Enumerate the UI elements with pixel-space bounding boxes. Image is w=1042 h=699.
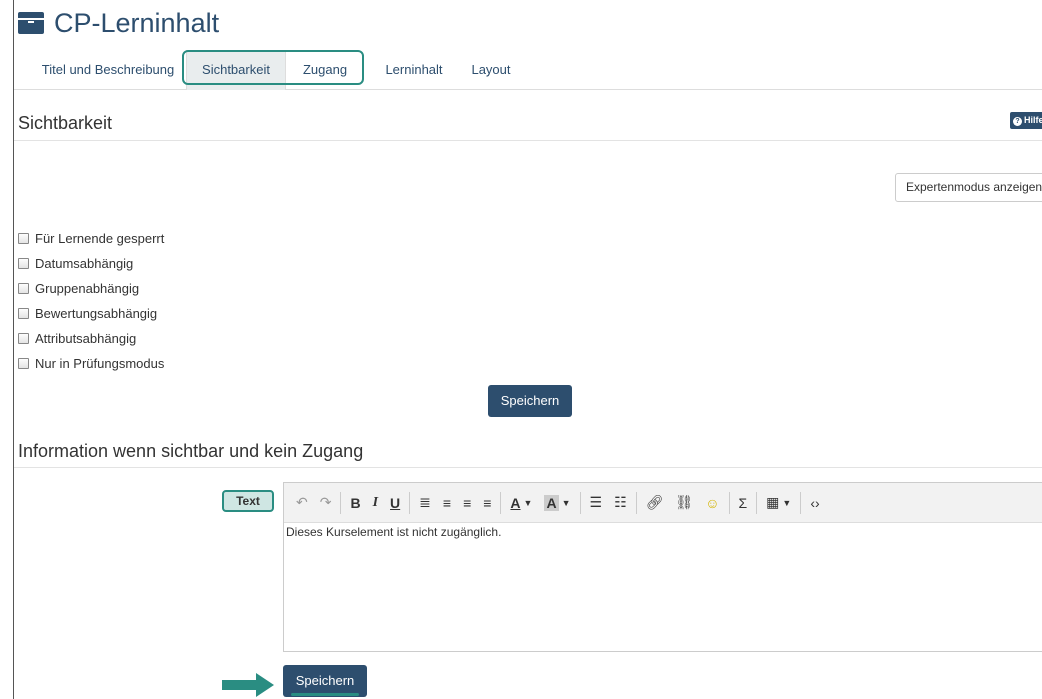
editor-content[interactable]: Dieses Kurselement ist nicht zugänglich. (284, 523, 1042, 541)
source-code-icon[interactable]: ‹› (810, 495, 819, 511)
checkbox-exam-mode-only[interactable]: Nur in Prüfungsmodus (18, 351, 164, 376)
info-heading: Information wenn sichtbar und kein Zugan… (18, 441, 364, 461)
arrow-right-icon (222, 673, 274, 697)
text-field-label: Text (222, 490, 274, 512)
background-color-icon[interactable]: A (544, 494, 559, 511)
redo-icon[interactable]: ↷ (320, 494, 332, 511)
visibility-heading: Sichtbarkeit (18, 113, 113, 133)
visibility-save-button[interactable]: Speichern (488, 385, 572, 417)
page-title: CP-Lerninhalt (18, 6, 219, 40)
tab-access[interactable]: Zugang (286, 50, 364, 90)
toolbar-separator (340, 491, 342, 514)
help-label: Hilfe (1024, 115, 1042, 125)
formula-icon[interactable]: Σ (739, 495, 748, 511)
emoji-icon[interactable]: ☺ (705, 495, 719, 511)
align-center-icon[interactable]: ≡ (463, 495, 471, 511)
toolbar-separator (579, 491, 581, 514)
tab-layout[interactable]: Layout (459, 50, 523, 90)
tab-bar: Titel und Beschreibung Sichtbarkeit Zuga… (14, 50, 1042, 90)
align-right-icon[interactable]: ≡ (443, 495, 451, 511)
expert-mode-button[interactable]: Expertenmodus anzeigen (895, 173, 1042, 202)
unlink-icon[interactable]: ⛓︎ (675, 494, 693, 511)
visibility-checkbox-list: Für Lernende gesperrt Datumsabhängig Gru… (18, 226, 164, 376)
checkbox-label: Gruppenabhängig (35, 281, 140, 296)
checkbox-box[interactable] (18, 233, 29, 244)
bold-icon[interactable]: B (350, 495, 360, 511)
toolbar-separator (500, 491, 502, 514)
italic-icon[interactable]: I (373, 495, 378, 511)
page-title-text: CP-Lerninhalt (54, 7, 220, 38)
bullet-list-icon[interactable]: ☰ (590, 494, 603, 511)
section-divider (14, 140, 1042, 141)
archive-icon (18, 12, 44, 34)
checkbox-attribute-dependent[interactable]: Attributsabhängig (18, 326, 164, 351)
checkbox-box[interactable] (18, 333, 29, 344)
toolbar-separator (635, 491, 637, 514)
checkbox-label: Attributsabhängig (35, 331, 137, 346)
checkbox-box[interactable] (18, 283, 29, 294)
tab-title-description[interactable]: Titel und Beschreibung (26, 50, 190, 90)
link-icon[interactable]: 🔗︎ (646, 494, 664, 511)
checkbox-label: Nur in Prüfungsmodus (35, 356, 165, 371)
font-color-dropdown-icon[interactable]: ▼ (524, 498, 533, 508)
toolbar-separator (800, 491, 802, 514)
align-left-icon[interactable]: ≡ (483, 495, 491, 511)
background-color-dropdown-icon[interactable]: ▼ (562, 498, 571, 508)
checkbox-group-dependent[interactable]: Gruppenabhängig (18, 276, 164, 301)
checkbox-label: Für Lernende gesperrt (35, 231, 165, 246)
highlight-underline (291, 693, 359, 696)
page-left-border (13, 0, 14, 699)
checkbox-date-dependent[interactable]: Datumsabhängig (18, 251, 164, 276)
checkbox-label: Bewertungsabhängig (35, 306, 158, 321)
font-color-icon[interactable]: A (510, 495, 520, 511)
checkbox-assessment-dependent[interactable]: Bewertungsabhängig (18, 301, 164, 326)
checkbox-label: Datumsabhängig (35, 256, 134, 271)
checkbox-locked-for-learners[interactable]: Für Lernende gesperrt (18, 226, 164, 251)
rich-text-editor[interactable]: ↶ ↷ B I U ≣ ≡ ≡ ≡ A ▼ A ▼ ☰ ☷ 🔗︎ ⛓︎ ☺ Σ … (283, 482, 1042, 652)
editor-toolbar: ↶ ↷ B I U ≣ ≡ ≡ ≡ A ▼ A ▼ ☰ ☷ 🔗︎ ⛓︎ ☺ Σ … (284, 483, 1042, 523)
tab-learning-content[interactable]: Lerninhalt (369, 50, 459, 90)
toolbar-separator (756, 491, 758, 514)
align-justify-icon[interactable]: ≣ (419, 494, 431, 511)
help-icon: ? (1013, 117, 1022, 126)
table-dropdown-icon[interactable]: ▼ (782, 498, 791, 508)
toolbar-separator (728, 491, 730, 514)
checkbox-box[interactable] (18, 308, 29, 319)
table-icon[interactable]: ▦ (766, 494, 779, 511)
underline-icon[interactable]: U (390, 495, 400, 511)
checkbox-box[interactable] (18, 258, 29, 269)
help-button[interactable]: ? Hilfe (1010, 112, 1042, 129)
undo-icon[interactable]: ↶ (296, 494, 308, 511)
numbered-list-icon[interactable]: ☷ (614, 494, 627, 511)
tab-visibility[interactable]: Sichtbarkeit (186, 50, 286, 90)
checkbox-box[interactable] (18, 358, 29, 369)
toolbar-separator (409, 491, 411, 514)
section-divider (14, 467, 1042, 468)
